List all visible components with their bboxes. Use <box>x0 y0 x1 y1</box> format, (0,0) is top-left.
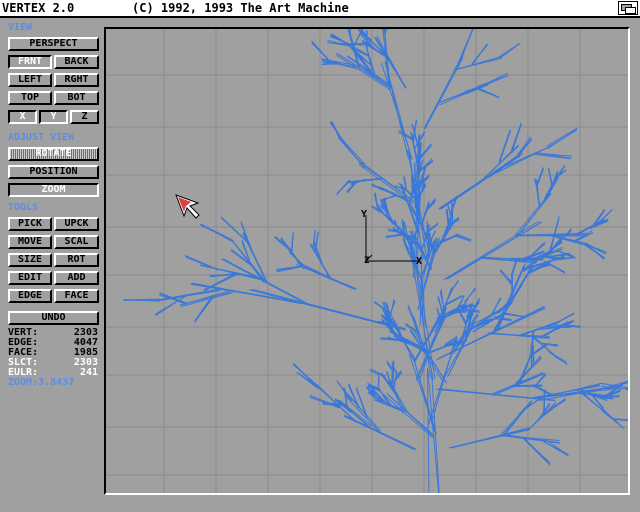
add-button[interactable]: ADD <box>54 271 99 285</box>
edit-button[interactable]: EDIT <box>8 271 52 285</box>
title-bar[interactable]: VERTEX 2.0 (C) 1992, 1993 The Art Machin… <box>0 0 640 18</box>
axis-y-button[interactable]: Y <box>39 110 68 124</box>
tools-section-label: TOOLS <box>8 202 39 213</box>
pick-button[interactable]: PICK <box>8 217 52 231</box>
axis-y-label: Y <box>361 209 367 220</box>
mouse-pointer-icon <box>175 194 200 219</box>
right-view-button[interactable]: RGHT <box>54 73 99 87</box>
move-button[interactable]: MOVE <box>8 235 52 249</box>
perspect-button[interactable]: PERSPECT <box>8 37 99 51</box>
edge-button[interactable]: EDGE <box>8 289 52 303</box>
axis-z-label: Z <box>364 256 370 266</box>
front-view-button[interactable]: FRNT <box>8 55 52 69</box>
axis-x-button[interactable]: X <box>8 110 37 124</box>
unpick-button[interactable]: UPCK <box>54 217 99 231</box>
top-view-button[interactable]: TOP <box>8 91 52 105</box>
depth-gadget-icon[interactable] <box>618 1 638 15</box>
position-button[interactable]: POSITION <box>8 165 99 179</box>
left-view-button[interactable]: LEFT <box>8 73 52 87</box>
bottom-view-button[interactable]: BOT <box>54 91 99 105</box>
rotate-button[interactable]: ROTATE <box>8 147 99 161</box>
rotate-tool-button[interactable]: ROT <box>54 253 99 267</box>
3d-viewport[interactable]: Y X Z <box>104 27 630 495</box>
back-view-button[interactable]: BACK <box>54 55 99 69</box>
tool-panel: VIEW PERSPECT FRNT BACK LEFT RGHT TOP BO… <box>8 22 99 388</box>
view-section-label: VIEW <box>8 22 33 33</box>
axis-z-button[interactable]: Z <box>70 110 99 124</box>
scale-button[interactable]: SCAL <box>54 235 99 249</box>
viewport-canvas: Y X Z <box>106 29 628 493</box>
adjust-view-section-label: ADJUST VIEW <box>8 132 75 143</box>
app-title: VERTEX 2.0 <box>2 1 75 15</box>
undo-button[interactable]: UNDO <box>8 311 99 325</box>
face-button[interactable]: FACE <box>54 289 99 303</box>
axis-x-label: X <box>416 256 422 267</box>
size-button[interactable]: SIZE <box>8 253 52 267</box>
zoom-button[interactable]: ZOOM <box>8 183 99 197</box>
copyright-text: (C) 1992, 1993 The Art Machine <box>132 1 349 15</box>
